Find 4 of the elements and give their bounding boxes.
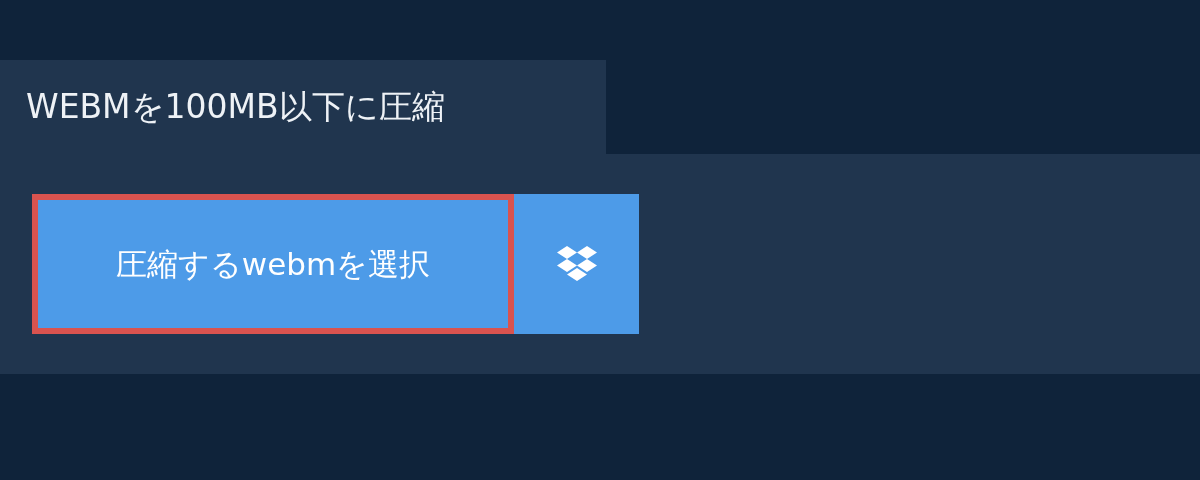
- dropbox-button[interactable]: [514, 194, 639, 334]
- dropbox-icon: [555, 245, 598, 283]
- tab-title: WEBMを100MB以下に圧縮: [26, 86, 445, 129]
- tab[interactable]: WEBMを100MB以下に圧縮: [0, 60, 606, 154]
